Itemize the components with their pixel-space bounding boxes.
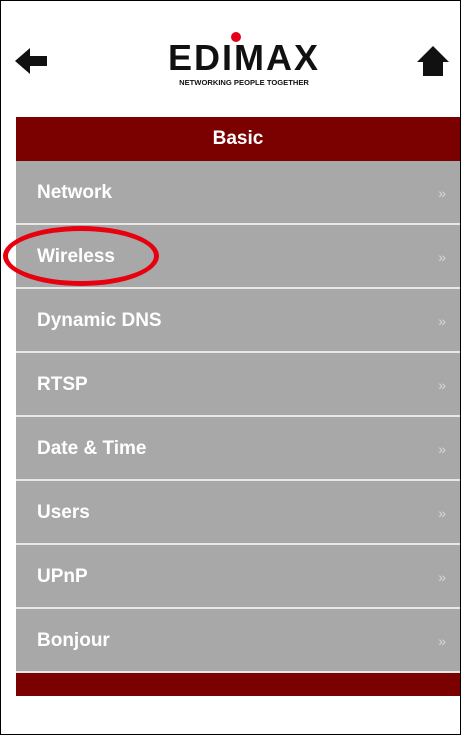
footer-bar bbox=[16, 673, 460, 696]
section-title: Basic bbox=[16, 117, 460, 161]
menu-item-bonjour[interactable]: Bonjour » bbox=[16, 609, 460, 673]
arrow-left-icon bbox=[15, 48, 47, 74]
settings-menu: Network » Wireless » Dynamic DNS » RTSP … bbox=[16, 161, 460, 673]
menu-item-dynamic-dns[interactable]: Dynamic DNS » bbox=[16, 289, 460, 353]
menu-item-label: UPnP bbox=[37, 566, 88, 587]
menu-item-upnp[interactable]: UPnP » bbox=[16, 545, 460, 609]
chevron-right-icon: » bbox=[438, 249, 446, 265]
menu-item-date-time[interactable]: Date & Time » bbox=[16, 417, 460, 481]
home-button[interactable] bbox=[415, 44, 451, 78]
menu-item-wireless[interactable]: Wireless » bbox=[16, 225, 460, 289]
chevron-right-icon: » bbox=[438, 377, 446, 393]
chevron-right-icon: » bbox=[438, 505, 446, 521]
home-icon bbox=[417, 46, 449, 76]
chevron-right-icon: » bbox=[438, 441, 446, 457]
header: EDIMAX NETWORKING PEOPLE TOGETHER bbox=[1, 1, 460, 116]
menu-item-label: RTSP bbox=[37, 374, 88, 395]
logo-text: EDIMAX bbox=[167, 37, 320, 78]
chevron-right-icon: » bbox=[438, 313, 446, 329]
menu-item-users[interactable]: Users » bbox=[16, 481, 460, 545]
menu-item-label: Users bbox=[37, 502, 90, 523]
menu-item-label: Network bbox=[37, 182, 112, 203]
menu-item-rtsp[interactable]: RTSP » bbox=[16, 353, 460, 417]
menu-item-label: Bonjour bbox=[37, 630, 110, 651]
menu-item-label: Date & Time bbox=[37, 438, 147, 459]
chevron-right-icon: » bbox=[438, 633, 446, 649]
edimax-logo: EDIMAX NETWORKING PEOPLE TOGETHER bbox=[149, 29, 339, 89]
logo-tagline: NETWORKING PEOPLE TOGETHER bbox=[179, 78, 309, 87]
chevron-right-icon: » bbox=[438, 185, 446, 201]
menu-item-label: Wireless bbox=[37, 246, 115, 267]
menu-item-label: Dynamic DNS bbox=[37, 310, 162, 331]
chevron-right-icon: » bbox=[438, 569, 446, 585]
app-frame: EDIMAX NETWORKING PEOPLE TOGETHER Basic … bbox=[0, 0, 461, 735]
back-button[interactable] bbox=[15, 46, 51, 76]
menu-item-network[interactable]: Network » bbox=[16, 161, 460, 225]
